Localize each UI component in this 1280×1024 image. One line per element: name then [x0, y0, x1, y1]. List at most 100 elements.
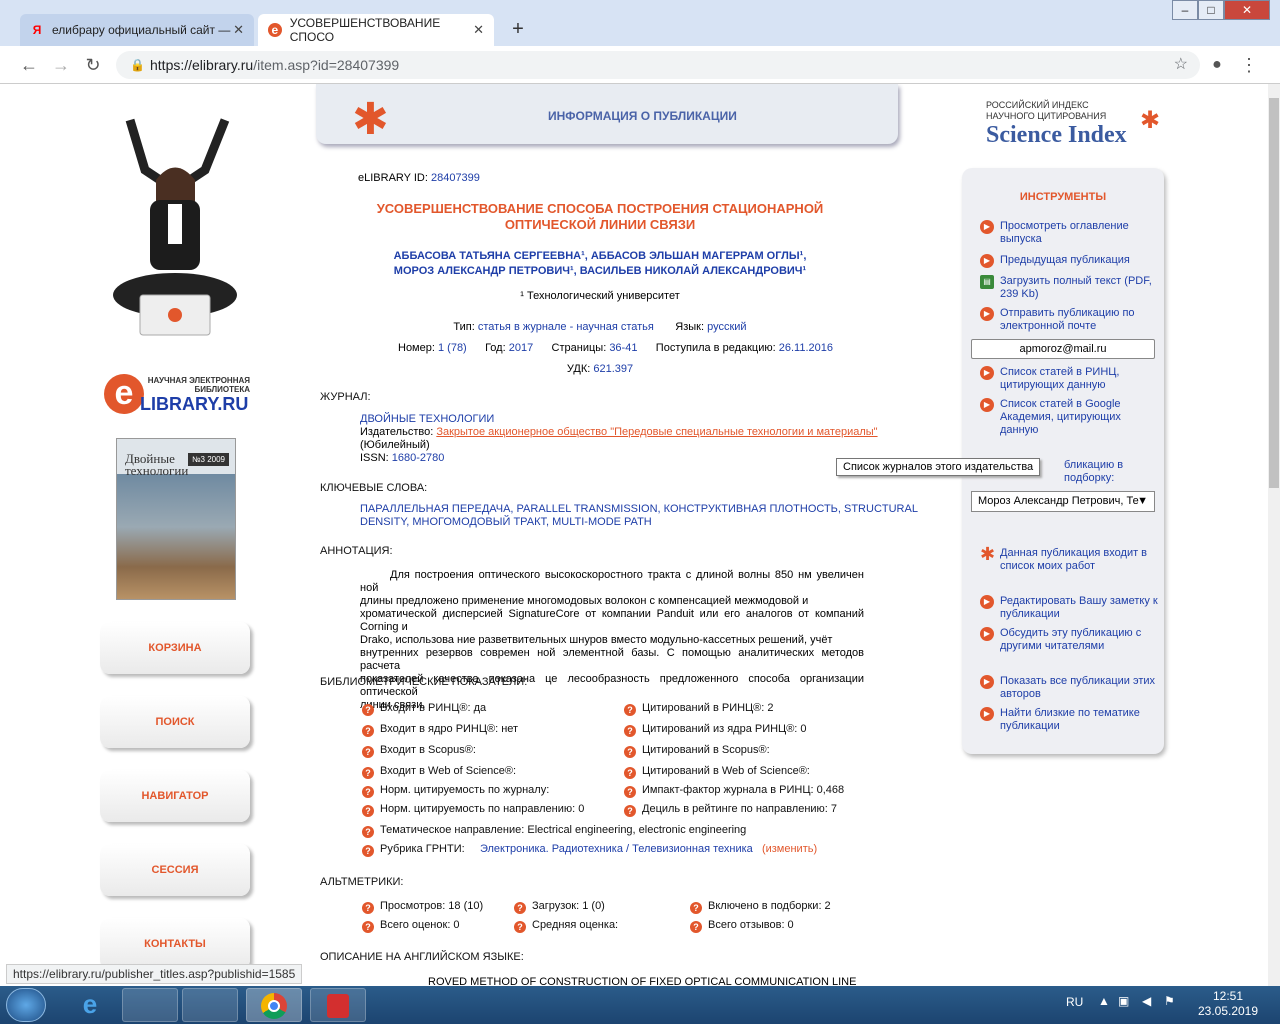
question-icon[interactable]: ?: [362, 767, 374, 779]
close-icon[interactable]: ✕: [233, 22, 244, 38]
journal-cover[interactable]: Двойные технологии №3 2009: [116, 438, 236, 600]
network-icon[interactable]: ▣: [1118, 994, 1129, 1008]
menu-dots-icon[interactable]: ⋮: [1238, 54, 1260, 76]
menu-contacts-button[interactable]: КОНТАКТЫ: [100, 918, 250, 970]
publisher-label: Издательство:: [360, 426, 434, 438]
menu-session-button[interactable]: СЕССИЯ: [100, 844, 250, 896]
scrollbar[interactable]: [1268, 84, 1280, 986]
tray-arrow-icon[interactable]: ▲: [1098, 994, 1110, 1008]
tool-label[interactable]: Данная публикация входит в список моих р…: [1000, 547, 1147, 572]
science-index-logo[interactable]: Science Index: [986, 122, 1127, 149]
question-icon[interactable]: ?: [362, 704, 374, 716]
question-icon[interactable]: ?: [362, 845, 374, 857]
question-icon[interactable]: ?: [514, 921, 526, 933]
menu-search-button[interactable]: ПОИСК: [100, 696, 250, 748]
menu-navigator-button[interactable]: НАВИГАТОР: [100, 770, 250, 822]
back-button[interactable]: ←: [18, 54, 40, 76]
tab-publication[interactable]: e УСОВЕРШЕНСТВОВАНИЕ СПОСО ✕: [258, 14, 494, 46]
question-icon[interactable]: ?: [624, 725, 636, 737]
question-icon[interactable]: ?: [690, 902, 702, 914]
alt-item: ? Включено в подборки: 2: [690, 900, 831, 914]
email-input[interactable]: apmoroz@mail.ru: [971, 339, 1155, 359]
minimize-button[interactable]: –: [1172, 0, 1198, 20]
tool-label[interactable]: Отправить публикацию по электронной почт…: [1000, 307, 1135, 332]
question-icon[interactable]: ?: [624, 746, 636, 758]
tool-similar[interactable]: ▶ Найти близкие по тематике публикации: [974, 707, 1158, 733]
scrollbar-thumb[interactable]: [1269, 98, 1279, 488]
id-value[interactable]: 28407399: [431, 172, 480, 184]
authors[interactable]: АББАСОВА ТАТЬЯНА СЕРГЕЕВНА¹, АББАСОВ ЭЛЬ…: [320, 249, 880, 279]
explorer-icon[interactable]: [122, 988, 178, 1022]
volume-icon[interactable]: ◀: [1142, 994, 1151, 1008]
publisher-link[interactable]: Закрытое акционерное общество "Передовые…: [436, 426, 877, 438]
keywords-line2[interactable]: DENSITY, МНОГОМОДОВЫЙ ТРАКТ, MULTI-MODE …: [360, 516, 918, 529]
tool-edit-note[interactable]: ▶ Редактировать Вашу заметку к публикации: [974, 595, 1158, 621]
menu-cart-button[interactable]: КОРЗИНА: [100, 622, 250, 674]
keywords-list[interactable]: ПАРАЛЛЕЛЬНАЯ ПЕРЕДАЧА, PARALLEL TRANSMIS…: [360, 503, 918, 529]
language-indicator[interactable]: RU: [1066, 995, 1083, 1009]
flag-icon[interactable]: ⚑: [1164, 994, 1175, 1008]
tool-email[interactable]: ▶ Отправить публикацию по электронной поч…: [974, 307, 1158, 333]
close-icon[interactable]: ✕: [473, 22, 484, 38]
tool-label[interactable]: бликацию в подборку:: [1064, 459, 1123, 484]
authors-line1[interactable]: АББАСОВА ТАТЬЯНА СЕРГЕЕВНА¹, АББАСОВ ЭЛЬ…: [320, 249, 880, 264]
profile-icon[interactable]: ●: [1206, 54, 1228, 76]
tool-author-pubs[interactable]: ▶ Показать все публикации этих авторов: [974, 675, 1158, 701]
tool-label[interactable]: Предыдущая публикация: [1000, 254, 1130, 266]
ie-icon[interactable]: e: [62, 988, 118, 1022]
question-icon[interactable]: ?: [362, 746, 374, 758]
tool-toc[interactable]: ▶ Просмотреть оглавление выпуска: [974, 220, 1158, 246]
author-select[interactable]: Мороз Александр Петрович, Те ▼: [971, 491, 1155, 512]
window-close-button[interactable]: ✕: [1224, 0, 1270, 20]
new-tab-button[interactable]: +: [506, 18, 530, 42]
logo-brand[interactable]: LIBRARY.RU: [140, 394, 248, 415]
tab-elibrary-search[interactable]: Я елибрару официальный сайт — ✕: [20, 14, 254, 46]
num-value[interactable]: 1 (78): [438, 342, 467, 354]
question-icon[interactable]: ?: [362, 921, 374, 933]
mascot-illustration: [113, 118, 237, 336]
question-icon[interactable]: ?: [362, 902, 374, 914]
elibrary-logo-icon[interactable]: e: [104, 374, 144, 414]
pdf-reader-icon[interactable]: [310, 988, 366, 1022]
tool-label[interactable]: Обсудить эту публикацию с другими читате…: [1000, 627, 1141, 652]
tool-prev[interactable]: ▶ Предыдущая публикация: [974, 254, 1158, 268]
reload-button[interactable]: ↻: [82, 54, 104, 76]
tool-label[interactable]: Список статей в Google Академия, цитирую…: [1000, 398, 1121, 436]
tool-label[interactable]: Найти близкие по тематике публикации: [1000, 707, 1140, 732]
bookmark-star-icon[interactable]: ☆: [1174, 51, 1188, 79]
tool-rinc-citing[interactable]: ▶ Список статей в РИНЦ, цитирующих данную: [974, 366, 1158, 392]
question-icon[interactable]: ?: [624, 805, 636, 817]
tool-label[interactable]: Редактировать Вашу заметку к публикации: [1000, 595, 1158, 620]
tool-discuss[interactable]: ▶ Обсудить эту публикацию с другими читат…: [974, 627, 1158, 653]
tool-label[interactable]: Список статей в РИНЦ, цитирующих данную: [1000, 366, 1119, 391]
authors-line2[interactable]: МОРОЗ АЛЕКСАНДР ПЕТРОВИЧ¹, ВАСИЛЬЕВ НИКО…: [320, 264, 880, 279]
question-icon[interactable]: ?: [362, 786, 374, 798]
maximize-button[interactable]: □: [1198, 0, 1224, 20]
tool-label[interactable]: Просмотреть оглавление выпуска: [1000, 220, 1129, 245]
media-player-icon[interactable]: [182, 988, 238, 1022]
question-icon[interactable]: ?: [624, 767, 636, 779]
grnti-link[interactable]: Электроника. Радиотехника / Телевизионна…: [480, 843, 753, 855]
tool-label[interactable]: Показать все публикации этих авторов: [1000, 675, 1155, 700]
tool-my-works[interactable]: ✱ Данная публикация входит в список моих …: [974, 545, 1158, 573]
forward-button[interactable]: →: [50, 54, 72, 76]
biblio-text: Цитирований в Web of Science®:: [642, 765, 810, 777]
question-icon[interactable]: ?: [514, 902, 526, 914]
grnti-change-link[interactable]: (изменить): [762, 843, 817, 855]
question-icon[interactable]: ?: [690, 921, 702, 933]
question-icon[interactable]: ?: [362, 725, 374, 737]
start-button[interactable]: [6, 988, 46, 1022]
journal-name-link[interactable]: ДВОЙНЫЕ ТЕХНОЛОГИИ: [360, 413, 878, 426]
tool-pdf[interactable]: ▤ Загрузить полный текст (PDF, 239 Kb): [974, 275, 1158, 301]
question-icon[interactable]: ?: [362, 805, 374, 817]
keywords-line1[interactable]: ПАРАЛЛЕЛЬНАЯ ПЕРЕДАЧА, PARALLEL TRANSMIS…: [360, 503, 918, 516]
question-icon[interactable]: ?: [624, 704, 636, 716]
clock[interactable]: 12:51 23.05.2019: [1196, 989, 1260, 1019]
alt-text: Всего отзывов: 0: [708, 919, 794, 931]
tool-label[interactable]: Загрузить полный текст (PDF, 239 Kb): [1000, 275, 1152, 300]
chrome-icon[interactable]: [246, 988, 302, 1022]
address-bar[interactable]: 🔒 https://elibrary.ru/item.asp?id=284073…: [116, 51, 1200, 79]
question-icon[interactable]: ?: [624, 786, 636, 798]
question-icon[interactable]: ?: [362, 826, 374, 838]
tool-google-citing[interactable]: ▶ Список статей в Google Академия, цитиру…: [974, 398, 1158, 437]
